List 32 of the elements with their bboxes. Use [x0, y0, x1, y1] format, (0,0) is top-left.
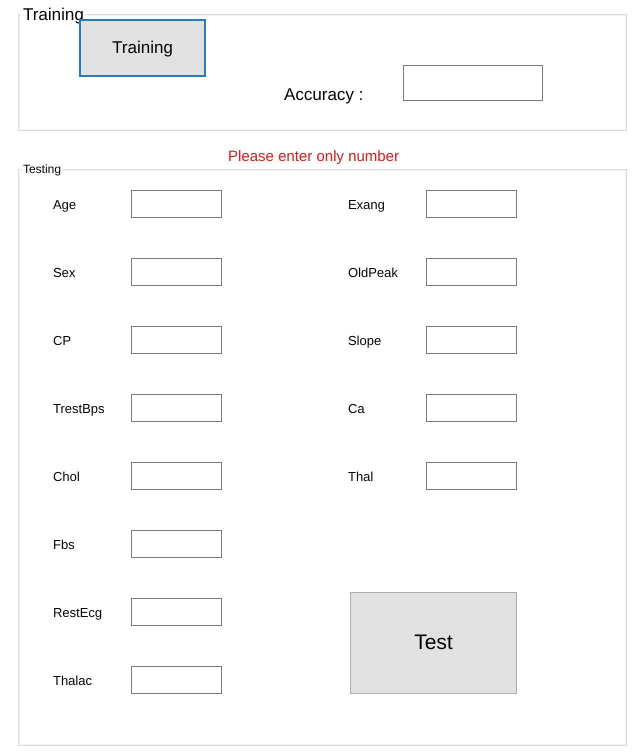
input-field[interactable]: [131, 530, 222, 558]
field-label: Ca: [348, 400, 366, 416]
input-field[interactable]: [131, 326, 222, 354]
accuracy-label: Accuracy :: [284, 85, 364, 105]
input-field[interactable]: [131, 258, 222, 286]
group-title: Testing: [22, 163, 62, 175]
field-label: TrestBps: [53, 400, 106, 416]
error-message: Please enter only number: [227, 148, 400, 165]
input-field[interactable]: [426, 462, 517, 490]
input-field[interactable]: [426, 394, 517, 422]
field-label: Chol: [53, 468, 81, 484]
field-label: Thalac: [53, 672, 94, 688]
input-field[interactable]: [131, 394, 222, 422]
training-button[interactable]: Training: [79, 19, 206, 77]
field-label: OldPeak: [348, 264, 399, 280]
input-field[interactable]: [426, 258, 517, 286]
field-label: Age: [53, 196, 78, 212]
field-label: Exang: [348, 196, 386, 212]
input-field[interactable]: [426, 190, 517, 218]
field-label: Sex: [53, 264, 76, 280]
test-button[interactable]: Test: [350, 592, 517, 694]
input-field[interactable]: [131, 598, 222, 626]
field-label: RestEcg: [53, 604, 104, 620]
field-label: Fbs: [53, 536, 76, 552]
accuracy-field[interactable]: [403, 65, 543, 101]
input-field[interactable]: [426, 326, 517, 354]
field-label: Slope: [348, 332, 382, 348]
field-label: Thal: [348, 468, 374, 484]
input-field[interactable]: [131, 666, 222, 694]
field-label: CP: [53, 332, 72, 348]
input-field[interactable]: [131, 462, 222, 490]
input-field[interactable]: [131, 190, 222, 218]
